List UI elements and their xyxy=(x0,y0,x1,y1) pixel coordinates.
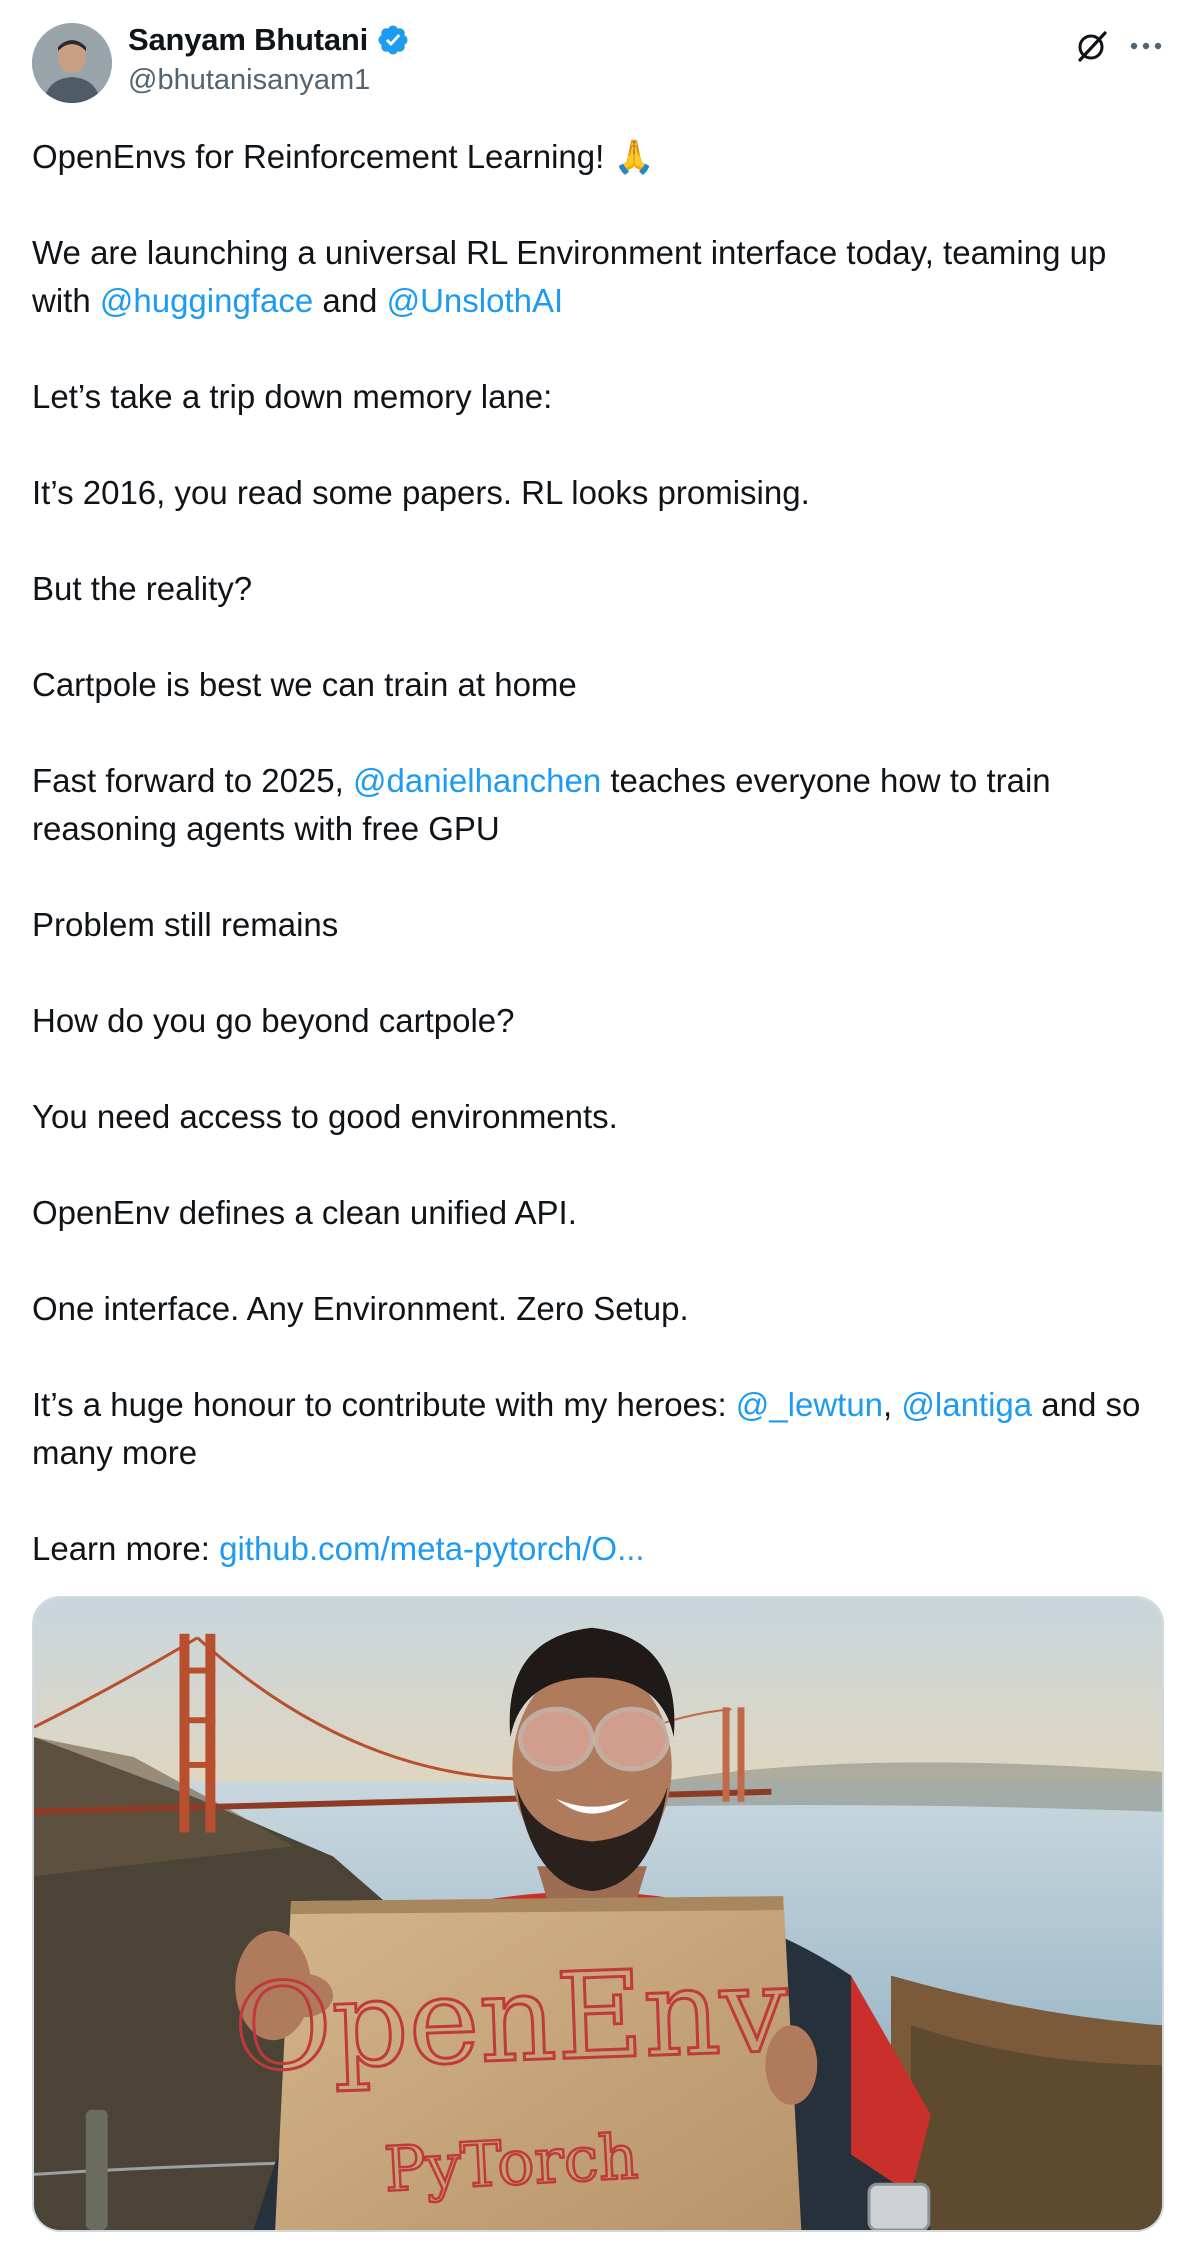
mention-unslothai[interactable]: @UnslothAI xyxy=(387,282,564,319)
text-segment: Learn more: xyxy=(32,1530,220,1567)
tweet-paragraph: Let’s take a trip down memory lane: xyxy=(32,378,553,415)
mention-danielhanchen[interactable]: @danielhanchen xyxy=(353,762,601,799)
tweet: Sanyam Bhutani @bhutanisanyam1 OpenEnvs … xyxy=(0,0,1196,2254)
grok-icon xyxy=(1078,31,1107,62)
text-segment: and xyxy=(313,282,387,319)
tweet-paragraph: Learn more: github.com/meta-pytorch/O... xyxy=(32,1525,1172,1573)
tweet-paragraph: Fast forward to 2025, @danielhanchen tea… xyxy=(32,757,1172,853)
tweet-paragraph: It’s 2016, you read some papers. RL look… xyxy=(32,474,810,511)
mention-lewtun[interactable]: @_lewtun xyxy=(736,1386,883,1423)
tweet-paragraph: You need access to good environments. xyxy=(32,1098,618,1135)
tweet-paragraph: How do you go beyond cartpole? xyxy=(32,1002,515,1039)
tweet-paragraph: We are launching a universal RL Environm… xyxy=(32,229,1172,325)
tweet-paragraph: Problem still remains xyxy=(32,906,339,943)
grok-button[interactable] xyxy=(1072,26,1112,66)
tweet-paragraph: But the reality? xyxy=(32,570,253,607)
text-segment: , xyxy=(883,1386,902,1423)
sign-text-pytorch: PyTorch xyxy=(383,2121,640,2206)
tweet-paragraph: OpenEnv defines a clean unified API. xyxy=(32,1194,577,1231)
author-handle[interactable]: @bhutanisanyam1 xyxy=(128,64,370,97)
tweet-text: OpenEnvs for Reinforcement Learning! 🙏 W… xyxy=(32,133,1172,1621)
author-avatar[interactable] xyxy=(32,23,112,103)
tweet-paragraph: It’s a huge honour to contribute with my… xyxy=(32,1381,1172,1477)
tweet-photo[interactable]: OpenEnv PyTorch xyxy=(32,1596,1164,2232)
sign-text-openenv: OpenEnv xyxy=(232,1941,791,2099)
text-segment: It’s a huge honour to contribute with my… xyxy=(32,1386,736,1423)
more-horizontal-icon xyxy=(1130,42,1162,50)
avatar-photo xyxy=(32,23,112,103)
text-segment: Fast forward to 2025, xyxy=(32,762,353,799)
tweet-headline: OpenEnvs for Reinforcement Learning! xyxy=(32,138,614,175)
author-name-row: Sanyam Bhutani xyxy=(128,22,410,58)
tweet-paragraph: Cartpole is best we can train at home xyxy=(32,666,577,703)
photo-golden-gate-openenv: OpenEnv PyTorch xyxy=(34,1598,1162,2230)
author-name[interactable]: Sanyam Bhutani xyxy=(128,22,368,58)
tweet-paragraph: OpenEnvs for Reinforcement Learning! 🙏 xyxy=(32,133,1172,181)
github-link[interactable]: github.com/meta-pytorch/O... xyxy=(219,1530,645,1567)
tweet-paragraph: One interface. Any Environment. Zero Set… xyxy=(32,1290,689,1327)
mention-huggingface[interactable]: @huggingface xyxy=(100,282,313,319)
verified-badge-icon xyxy=(378,25,408,55)
folded-hands-emoji: 🙏 xyxy=(613,137,655,176)
more-options-button[interactable] xyxy=(1124,26,1168,66)
mention-lantiga[interactable]: @lantiga xyxy=(901,1386,1032,1423)
